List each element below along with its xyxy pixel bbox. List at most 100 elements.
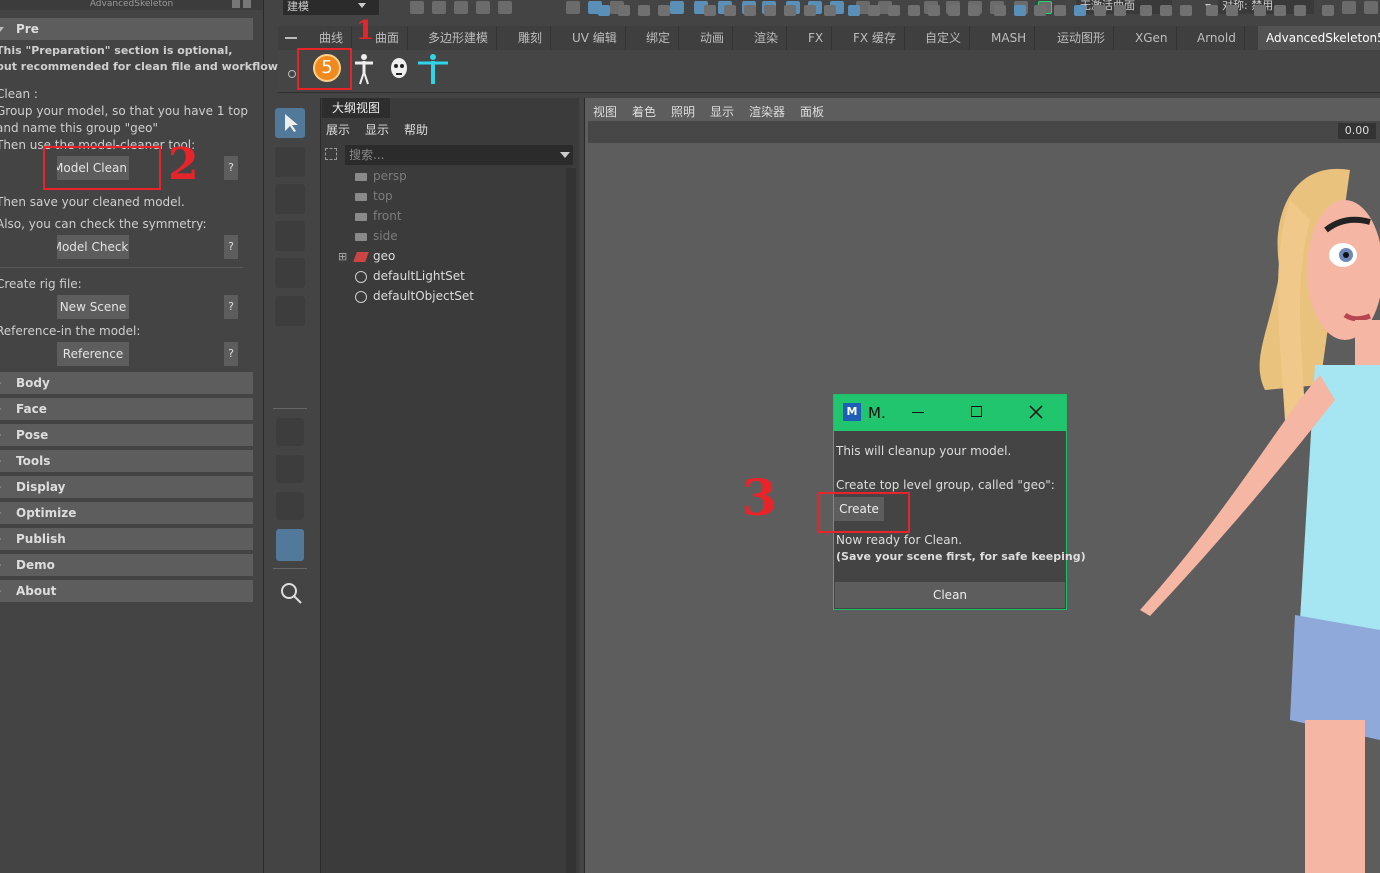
- wireframe-on-shaded-icon[interactable]: [1054, 5, 1066, 16]
- new-scene-icon[interactable]: [410, 1, 424, 14]
- outliner-menu-show[interactable]: 展示: [326, 121, 350, 138]
- section-publish[interactable]: Publish: [0, 528, 253, 550]
- exposure-icon[interactable]: [1322, 5, 1334, 16]
- camera-attr-icon[interactable]: [598, 5, 610, 16]
- tab-uv-editing[interactable]: UV 编辑: [564, 26, 626, 50]
- backface-icon[interactable]: [1294, 5, 1306, 16]
- bookmark-icon[interactable]: [658, 5, 670, 16]
- tab-custom[interactable]: 自定义: [917, 26, 971, 50]
- film-gate-toggle-icon[interactable]: [868, 5, 880, 16]
- two-view-icon[interactable]: [276, 492, 304, 520]
- section-optimize[interactable]: Optimize: [0, 502, 253, 524]
- viewport-menu-renderer[interactable]: 渲染器: [749, 103, 785, 120]
- pan-zoom-icon[interactable]: [784, 5, 796, 16]
- camera-icon[interactable]: [704, 5, 716, 16]
- section-pose[interactable]: Pose: [0, 424, 253, 446]
- tab-arnold[interactable]: Arnold: [1189, 26, 1245, 50]
- smooth-shade-icon[interactable]: [1014, 5, 1026, 16]
- tab-animation[interactable]: 动画: [692, 26, 734, 50]
- outliner-search-input[interactable]: 搜索...: [345, 145, 573, 165]
- tab-rigging[interactable]: 绑定: [638, 26, 680, 50]
- sidebar-toggle-icon[interactable]: [1342, 1, 1356, 14]
- grid-icon[interactable]: [848, 5, 860, 16]
- single-view-icon[interactable]: [276, 418, 304, 446]
- viewport-menu-shading[interactable]: 着色: [632, 103, 656, 120]
- section-pre[interactable]: Pre: [0, 18, 253, 40]
- grease-pencil-icon[interactable]: [804, 5, 816, 16]
- tab-sculpting[interactable]: 雕刻: [510, 26, 552, 50]
- tab-curves[interactable]: 曲线: [311, 26, 353, 50]
- outliner-item-side[interactable]: side: [373, 229, 398, 243]
- use-lights-icon[interactable]: [1094, 5, 1106, 16]
- outliner-item-front[interactable]: front: [373, 209, 402, 223]
- xray-joints-icon[interactable]: [1274, 5, 1286, 16]
- section-body[interactable]: Body: [0, 372, 253, 394]
- search-icon[interactable]: [279, 581, 303, 605]
- model-check-help-button[interactable]: ?: [224, 235, 238, 259]
- close-icon[interactable]: [1029, 405, 1043, 419]
- face-setup-icon[interactable]: [388, 56, 410, 82]
- select-camera-icon[interactable]: [618, 5, 630, 16]
- outliner-menu-help[interactable]: 帮助: [404, 121, 428, 138]
- tab-motion-graphics[interactable]: 运动图形: [1049, 26, 1115, 50]
- new-scene-help-button[interactable]: ?: [224, 295, 238, 319]
- shelf-settings-icon[interactable]: [288, 70, 296, 78]
- outliner-layout-icon[interactable]: [276, 529, 304, 561]
- section-tools[interactable]: Tools: [0, 450, 253, 472]
- tab-fx[interactable]: FX: [800, 26, 833, 50]
- exposure-field[interactable]: 0.00: [1338, 123, 1376, 139]
- viewport-menu-panels[interactable]: 面板: [800, 103, 824, 120]
- model-check-button[interactable]: Model Check: [57, 235, 129, 259]
- snap-grid-icon[interactable]: [670, 1, 684, 14]
- field-chart-icon[interactable]: [888, 5, 900, 16]
- tab-poly-modeling[interactable]: 多边形建模: [420, 26, 498, 50]
- minimize-icon[interactable]: [912, 412, 924, 413]
- reference-button[interactable]: Reference: [57, 342, 129, 366]
- shadows-icon[interactable]: [1114, 5, 1126, 16]
- outliner-item-top[interactable]: top: [373, 189, 393, 203]
- lasso-tool-icon[interactable]: [275, 147, 305, 177]
- character-model[interactable]: [1120, 160, 1380, 873]
- default-material-icon[interactable]: [1034, 5, 1046, 16]
- anti-aliasing-icon[interactable]: [1180, 5, 1192, 16]
- resolution-gate-icon[interactable]: [744, 5, 756, 16]
- select-hierarchy-icon[interactable]: [566, 1, 580, 14]
- shelf-menu-icon[interactable]: [285, 37, 297, 39]
- outliner-scrollbar[interactable]: [566, 168, 576, 873]
- outliner-item-default-light-set[interactable]: defaultLightSet: [373, 269, 465, 283]
- screen-space-ao-icon[interactable]: [1140, 5, 1152, 16]
- open-scene-icon[interactable]: [432, 1, 446, 14]
- undo-icon[interactable]: [476, 1, 490, 14]
- maximize-icon[interactable]: [971, 406, 982, 417]
- tab-xgen[interactable]: XGen: [1127, 26, 1177, 50]
- film-gate-icon[interactable]: [724, 5, 736, 16]
- outliner-tab[interactable]: 大纲视图: [322, 98, 390, 118]
- paint-select-tool-icon[interactable]: [275, 184, 305, 214]
- scale-tool-icon[interactable]: [275, 296, 305, 326]
- depth-of-field-icon[interactable]: [1206, 5, 1218, 16]
- motion-blur-icon[interactable]: [1160, 5, 1172, 16]
- tab-rendering[interactable]: 渲染: [746, 26, 788, 50]
- redo-icon[interactable]: [498, 1, 512, 14]
- rotate-tool-icon[interactable]: [275, 258, 305, 288]
- expand-icon[interactable]: [1364, 1, 1378, 14]
- viewport-menu-view[interactable]: 视图: [593, 103, 617, 120]
- outliner-item-geo[interactable]: geo: [373, 249, 395, 263]
- save-scene-icon[interactable]: [454, 1, 468, 14]
- gate-mask-icon[interactable]: [928, 5, 940, 16]
- wireframe-icon[interactable]: [994, 5, 1006, 16]
- safe-area-icon[interactable]: [948, 5, 960, 16]
- viewport-menu-show[interactable]: 显示: [710, 103, 734, 120]
- section-display[interactable]: Display: [0, 476, 253, 498]
- brush-icon[interactable]: [824, 5, 836, 16]
- safe-action-icon[interactable]: [764, 5, 776, 16]
- model-clean-help-button[interactable]: ?: [224, 156, 238, 180]
- xray-icon[interactable]: [1254, 5, 1266, 16]
- outliner-item-persp[interactable]: persp: [373, 169, 407, 183]
- outliner-menu-display[interactable]: 显示: [365, 121, 389, 138]
- tab-mash[interactable]: MASH: [983, 26, 1036, 50]
- image-plane-icon[interactable]: [638, 5, 650, 16]
- picker-skeleton-icon[interactable]: [416, 53, 450, 85]
- hud-icon[interactable]: [968, 5, 980, 16]
- new-scene-button[interactable]: New Scene: [57, 295, 129, 319]
